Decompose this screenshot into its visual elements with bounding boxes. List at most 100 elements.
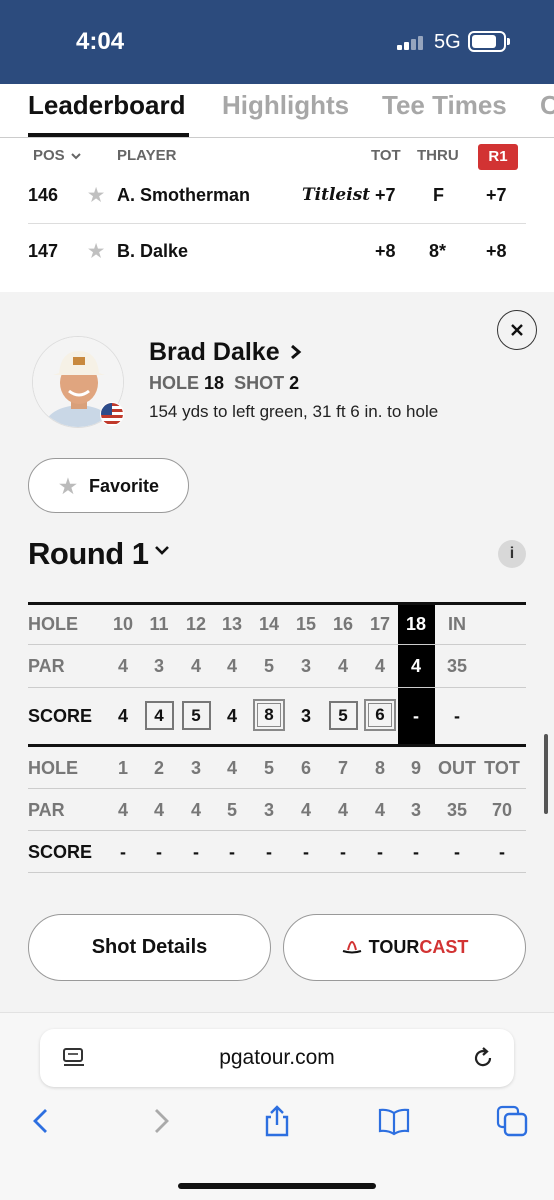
divider [28,872,526,873]
tab-more[interactable]: C [540,90,554,121]
in-label: IN [448,614,466,634]
round-header[interactable]: R1 [478,144,518,170]
hole-number: 5 [263,758,274,778]
hole-number: 1 [117,758,128,778]
star-icon[interactable]: ★ [88,241,104,262]
tab-leaderboard[interactable]: Leaderboard [28,90,186,121]
chevron-right-icon[interactable] [290,340,302,368]
bookmarks-icon[interactable] [378,1105,410,1137]
score-grand-total: - [499,842,505,862]
par-value: 4 [117,800,128,820]
star-icon[interactable]: ★ [88,185,104,206]
par-out-total: 35 [446,800,468,820]
divider [28,687,526,688]
reload-icon[interactable] [470,1045,496,1071]
status-time: 4:04 [76,28,125,55]
shot-details-button[interactable]: Shot Details [28,914,271,981]
par-value: 4 [190,656,201,676]
tourcast-icon [342,940,361,954]
score-double-bogey: 6 [362,699,398,731]
score-value: - [193,842,199,862]
hole-number: 8 [374,758,385,778]
leaderboard-row[interactable]: 147 ★ B. Dalke +8 8* +8 [0,224,554,280]
url-text[interactable]: pgatour.com [40,1046,514,1070]
hole-number: 10 [112,614,134,634]
score-value: - [303,842,309,862]
forward-icon[interactable] [144,1105,176,1137]
hole-number: 14 [258,614,280,634]
row-pos: 146 [28,185,59,205]
hole-number-current[interactable]: 18 [398,614,434,635]
par-value: 3 [410,800,421,820]
score-value: - [156,842,162,862]
tabs-icon[interactable] [496,1105,528,1137]
chevron-down-icon[interactable] [152,540,172,560]
status-bar: 4:04 5G [0,0,554,84]
tab-tee-times[interactable]: Tee Times [382,90,507,121]
par-value-current: 4 [410,656,421,676]
leaderboard-row[interactable]: 146 ★ A. Smotherman Titleist +7 F +7 [0,168,554,224]
par-value: 3 [263,800,274,820]
hole-number: 12 [185,614,207,634]
score-value: - [266,842,272,862]
hole-number: 2 [153,758,164,778]
score-value: - [413,842,419,862]
row-thru: 8* [429,241,447,261]
pos-header[interactable]: POS [33,147,81,164]
par-row-label: PAR [28,800,65,820]
row-thru: F [433,185,444,205]
divider [28,788,526,789]
par-value: 4 [153,800,164,820]
shot-description: 154 yds to left green, 31 ft 6 in. to ho… [149,402,439,421]
tourcast-button[interactable]: TOURCAST [283,914,526,981]
score-value: - [377,842,383,862]
divider [28,644,526,645]
player-header: PLAYER [117,147,177,164]
par-in-total: 35 [446,656,468,676]
divider [28,602,526,605]
info-icon[interactable]: i [498,540,526,568]
back-icon[interactable] [26,1105,58,1137]
leaderboard: POS PLAYER TOT THRU R1 146 ★ A. Smotherm… [0,138,554,292]
tab-highlights[interactable]: Highlights [222,90,349,121]
hole-number: 3 [190,758,201,778]
score-value: 4 [226,706,237,726]
row-player[interactable]: A. Smotherman [117,185,250,206]
par-grand-total: 70 [491,800,513,820]
score-row-label: SCORE [28,706,93,726]
score-in-total: - [454,706,460,726]
network-type: 5G [434,31,461,53]
address-bar[interactable]: pgatour.com [40,1029,514,1087]
scrollbar[interactable] [544,734,548,814]
score-triple-bogey: 8 [251,699,287,731]
player-name[interactable]: Brad Dalke [149,338,280,367]
hole-number: 4 [226,758,237,778]
score-value: 3 [300,706,311,726]
hole-number: 13 [221,614,243,634]
score-value: 4 [117,706,128,726]
signal-icon [397,36,425,50]
par-value: 4 [300,800,311,820]
home-indicator[interactable] [178,1183,376,1189]
round-selector[interactable]: Round 1 [28,536,149,572]
share-icon[interactable] [261,1105,293,1137]
hole-number: 6 [300,758,311,778]
divider [28,830,526,831]
row-player[interactable]: B. Dalke [117,241,188,262]
score-value: - [340,842,346,862]
close-button[interactable] [497,310,537,350]
chevron-down-icon [71,153,81,160]
favorite-label: Favorite [89,476,160,496]
close-icon [511,324,523,336]
sponsor-logo: Titleist [302,185,371,205]
hole-number: 7 [337,758,348,778]
battery-icon [468,31,510,52]
hole-row-label: HOLE [28,758,79,778]
favorite-button[interactable]: ★ Favorite [28,458,189,513]
divider [28,744,526,747]
score-bogey: 5 [325,701,361,730]
score-row-label: SCORE [28,842,93,862]
usa-flag-icon [100,402,124,426]
par-value: 4 [374,800,385,820]
score-value-current: - [413,706,419,726]
